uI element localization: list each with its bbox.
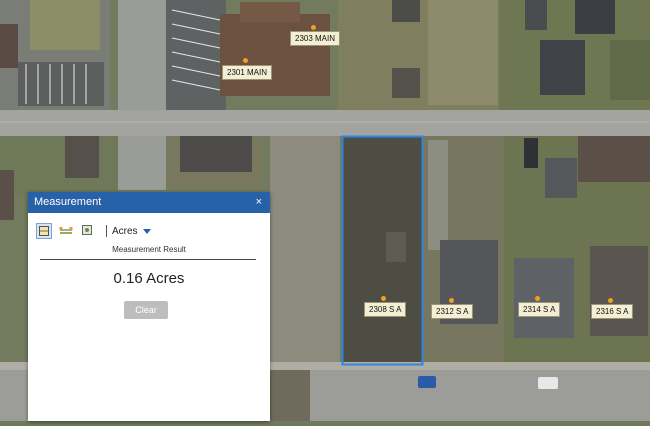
parcel-label-2301-main[interactable]: 2301 MAIN <box>222 65 273 80</box>
unit-dropdown[interactable]: Acres <box>112 226 138 237</box>
close-icon[interactable]: × <box>256 192 262 213</box>
measurement-panel: Measurement × Acres Measurement Result 0… <box>28 192 270 421</box>
measurement-result-value: 0.16 Acres <box>113 270 185 287</box>
measurement-header[interactable]: Measurement × <box>28 192 270 213</box>
distance-tool-button[interactable] <box>58 223 74 239</box>
parcel-marker <box>608 298 613 303</box>
location-tool-button[interactable] <box>80 223 96 239</box>
parcel-label-2312-s-a[interactable]: 2312 S A <box>431 304 474 319</box>
parcel-marker <box>535 296 540 301</box>
chevron-down-icon[interactable] <box>142 228 151 234</box>
area-tool-icon <box>39 226 49 236</box>
parcel-marker <box>243 58 248 63</box>
parcel-label-2303-main[interactable]: 2303 MAIN <box>290 31 341 46</box>
toolbar-divider <box>106 225 107 237</box>
measurement-result-label: Measurement Result <box>112 245 186 254</box>
parcel-label-2316-s-a[interactable]: 2316 S A <box>591 304 634 319</box>
parcel-marker <box>449 298 454 303</box>
distance-tool-icon <box>59 227 73 234</box>
parcel-marker <box>381 296 386 301</box>
parcel-label-2314-s-a[interactable]: 2314 S A <box>518 302 561 317</box>
clear-button[interactable]: Clear <box>124 301 168 319</box>
parcel-marker <box>311 25 316 30</box>
result-divider <box>40 259 256 260</box>
location-tool-icon <box>82 225 92 235</box>
parcel-label-2308-s-a[interactable]: 2308 S A <box>364 302 407 317</box>
measurement-title: Measurement <box>34 196 102 208</box>
area-tool-button[interactable] <box>36 223 52 239</box>
measurement-toolbar: Acres <box>36 222 151 240</box>
